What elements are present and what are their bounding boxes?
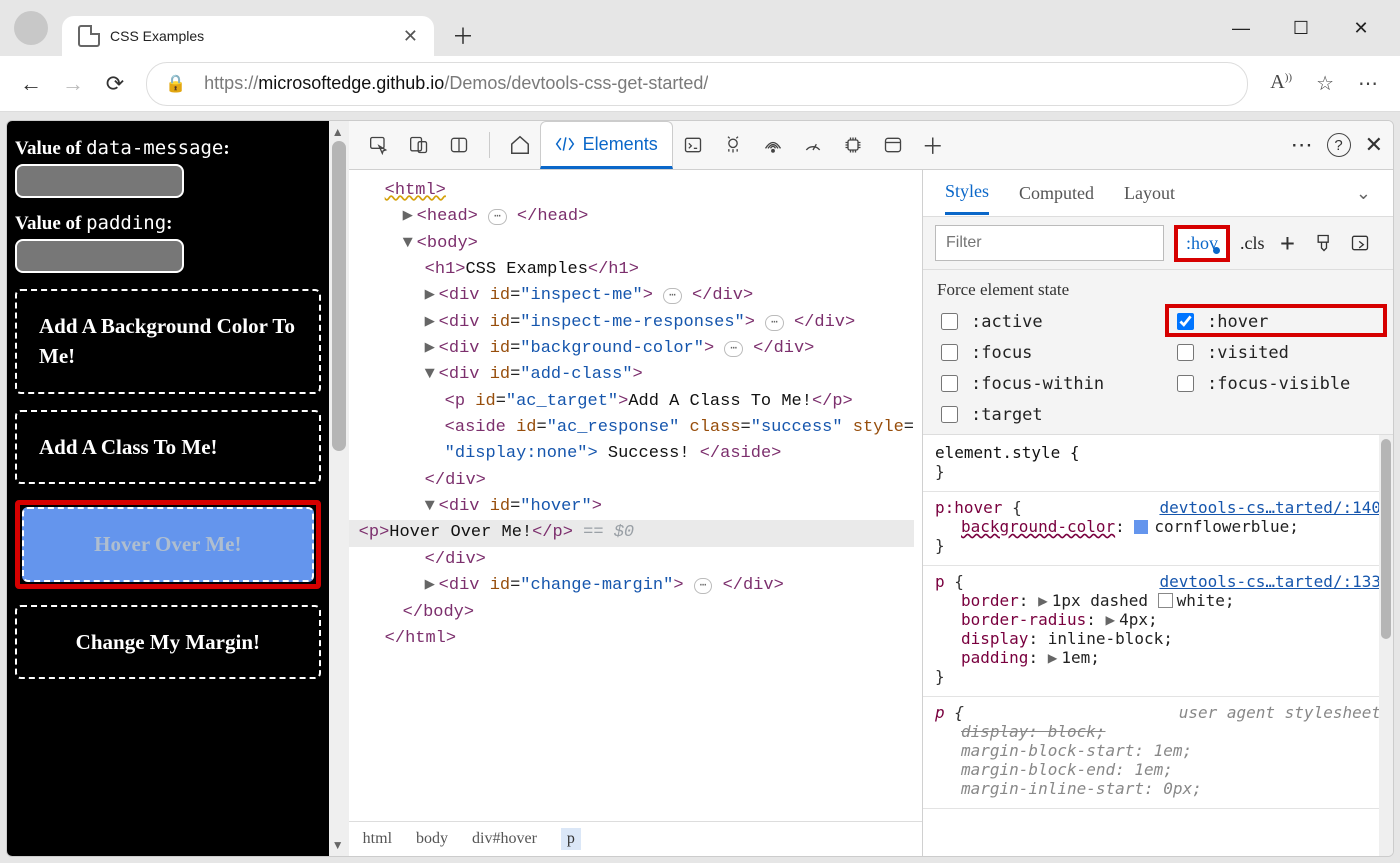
rule-element-style[interactable]: element.style { } — [923, 437, 1393, 492]
padding-value-field[interactable] — [15, 239, 184, 273]
label-padding: Value of padding: — [15, 212, 321, 235]
window-minimize-icon[interactable]: — — [1232, 18, 1250, 39]
toggle-class-button[interactable]: .cls — [1240, 233, 1265, 254]
window-maximize-icon[interactable]: ☐ — [1292, 18, 1310, 39]
styles-toolbar: :hov .cls + — [923, 217, 1393, 270]
window-close-icon[interactable]: ✕ — [1352, 18, 1370, 39]
toggle-hover-button[interactable]: :hov — [1174, 225, 1230, 262]
welcome-tab-icon[interactable] — [502, 127, 538, 163]
window-controls: — ☐ ✕ — [1232, 18, 1400, 39]
devtools-body: <html> ▶<head> ⋯ </head> ▼<body> <h1>CSS… — [349, 170, 1393, 856]
state-visited[interactable]: :visited — [1173, 341, 1379, 364]
panel-toggle-icon[interactable] — [441, 127, 477, 163]
state-focus[interactable]: :focus — [937, 341, 1143, 364]
styles-scrollbar[interactable] — [1379, 435, 1393, 856]
crumb-body[interactable]: body — [416, 830, 448, 848]
box-hover[interactable]: Hover Over Me! — [22, 507, 314, 581]
new-tab-button[interactable]: ＋ — [434, 19, 492, 51]
devtools-help-icon[interactable]: ? — [1327, 133, 1351, 157]
elements-tab[interactable]: Elements — [540, 121, 673, 169]
box-bgcolor[interactable]: Add A Background Color To Me! — [15, 289, 321, 394]
content-area: Value of data-message: Value of padding:… — [6, 120, 1394, 857]
state-hover[interactable]: :hover — [1173, 310, 1379, 333]
devtools-close-icon[interactable]: ✕ — [1365, 132, 1383, 158]
devtools-panel: Elements — [349, 121, 1393, 856]
page-icon — [78, 25, 100, 47]
memory-tab-icon[interactable] — [835, 127, 871, 163]
profile-avatar[interactable] — [14, 11, 48, 45]
nav-forward-button: → — [52, 63, 94, 105]
crumb-div[interactable]: div#hover — [472, 830, 537, 848]
new-style-rule-icon[interactable]: + — [1275, 230, 1301, 256]
color-swatch-icon[interactable] — [1134, 520, 1148, 534]
tab-styles[interactable]: Styles — [945, 171, 989, 215]
computed-sidebar-icon[interactable] — [1347, 230, 1373, 256]
state-target[interactable]: :target — [937, 403, 1143, 426]
performance-tab-icon[interactable] — [795, 127, 831, 163]
console-tab-icon[interactable] — [675, 127, 711, 163]
rule-p-hover[interactable]: p:hover {devtools-cs…tarted/:140 backgro… — [923, 492, 1393, 566]
lock-icon: 🔒 — [165, 74, 186, 94]
page-scrollbar[interactable] — [329, 121, 349, 856]
state-focus-visible[interactable]: :focus-visible — [1173, 372, 1379, 395]
highlight-hover-checkbox — [1165, 304, 1387, 337]
tab-close-icon[interactable]: ✕ — [403, 26, 418, 47]
state-active[interactable]: :active — [937, 310, 1143, 333]
more-tabs-icon[interactable]: ＋ — [915, 127, 951, 163]
devtools-more-icon[interactable]: ⋯ — [1291, 132, 1313, 158]
tab-layout[interactable]: Layout — [1124, 183, 1175, 204]
data-message-value-field[interactable] — [15, 164, 184, 198]
application-tab-icon[interactable] — [875, 127, 911, 163]
rule-p[interactable]: p {devtools-cs…tarted/:133 border: ▶1px … — [923, 566, 1393, 697]
devtools-toolbar: Elements — [349, 121, 1393, 170]
styles-tabs: Styles Computed Layout ⌄ — [923, 170, 1393, 217]
device-toggle-icon[interactable] — [401, 127, 437, 163]
rule-source-link[interactable]: devtools-cs…tarted/:140 — [1159, 498, 1381, 517]
browser-tab[interactable]: CSS Examples ✕ — [62, 16, 434, 56]
rule-p-useragent[interactable]: p {user agent stylesheet display: block;… — [923, 697, 1393, 809]
favorite-icon[interactable]: ☆ — [1316, 71, 1334, 96]
force-state-title: Force element state — [937, 280, 1379, 300]
tab-title: CSS Examples — [110, 28, 204, 44]
network-tab-icon[interactable] — [755, 127, 791, 163]
tab-computed[interactable]: Computed — [1019, 183, 1094, 204]
hover-box-highlight: Hover Over Me! — [15, 500, 321, 588]
inspect-element-icon[interactable] — [361, 127, 397, 163]
read-aloud-icon[interactable]: A)) — [1270, 71, 1292, 96]
dom-column: <html> ▶<head> ⋯ </head> ▼<body> <h1>CSS… — [349, 170, 922, 856]
styles-filter-input[interactable] — [935, 225, 1164, 261]
crumb-html[interactable]: html — [363, 830, 392, 848]
url-text: https://microsoftedge.github.io/Demos/de… — [204, 73, 708, 94]
styles-tabs-expand-icon[interactable]: ⌄ — [1356, 183, 1371, 204]
more-menu-icon[interactable]: ⋯ — [1358, 71, 1378, 96]
box-margin[interactable]: Change My Margin! — [15, 605, 321, 679]
titlebar: CSS Examples ✕ ＋ — ☐ ✕ — [0, 0, 1400, 56]
nav-bar: ← → ⟳ 🔒 https://microsoftedge.github.io/… — [0, 56, 1400, 112]
browser-window: CSS Examples ✕ ＋ — ☐ ✕ ← → ⟳ 🔒 https://m… — [0, 0, 1400, 863]
rule-source-link[interactable]: devtools-cs…tarted/:133 — [1159, 572, 1381, 591]
force-element-state: Force element state :active :hover :focu… — [923, 270, 1393, 435]
state-focus-within[interactable]: :focus-within — [937, 372, 1143, 395]
nav-refresh-button[interactable]: ⟳ — [94, 63, 136, 105]
style-rules[interactable]: element.style { } p:hover {devtools-cs…t… — [923, 435, 1393, 856]
label-data-message: Value of data-message: — [15, 137, 321, 160]
dom-breadcrumb[interactable]: html body div#hover p — [349, 821, 922, 856]
nav-right-controls: A)) ☆ ⋯ — [1258, 71, 1390, 96]
crumb-p[interactable]: p — [561, 828, 581, 850]
nav-back-button[interactable]: ← — [10, 63, 52, 105]
dom-tree[interactable]: <html> ▶<head> ⋯ </head> ▼<body> <h1>CSS… — [349, 170, 922, 821]
box-addclass[interactable]: Add A Class To Me! — [15, 410, 321, 484]
sources-tab-icon[interactable] — [715, 127, 751, 163]
rendered-page: Value of data-message: Value of padding:… — [7, 121, 329, 856]
styles-panel: Styles Computed Layout ⌄ :hov .cls + — [922, 170, 1393, 856]
address-bar[interactable]: 🔒 https://microsoftedge.github.io/Demos/… — [146, 62, 1248, 106]
selected-dom-node[interactable]: <p>Hover Over Me!</p> == $0 — [349, 520, 914, 546]
brush-icon[interactable] — [1311, 230, 1337, 256]
